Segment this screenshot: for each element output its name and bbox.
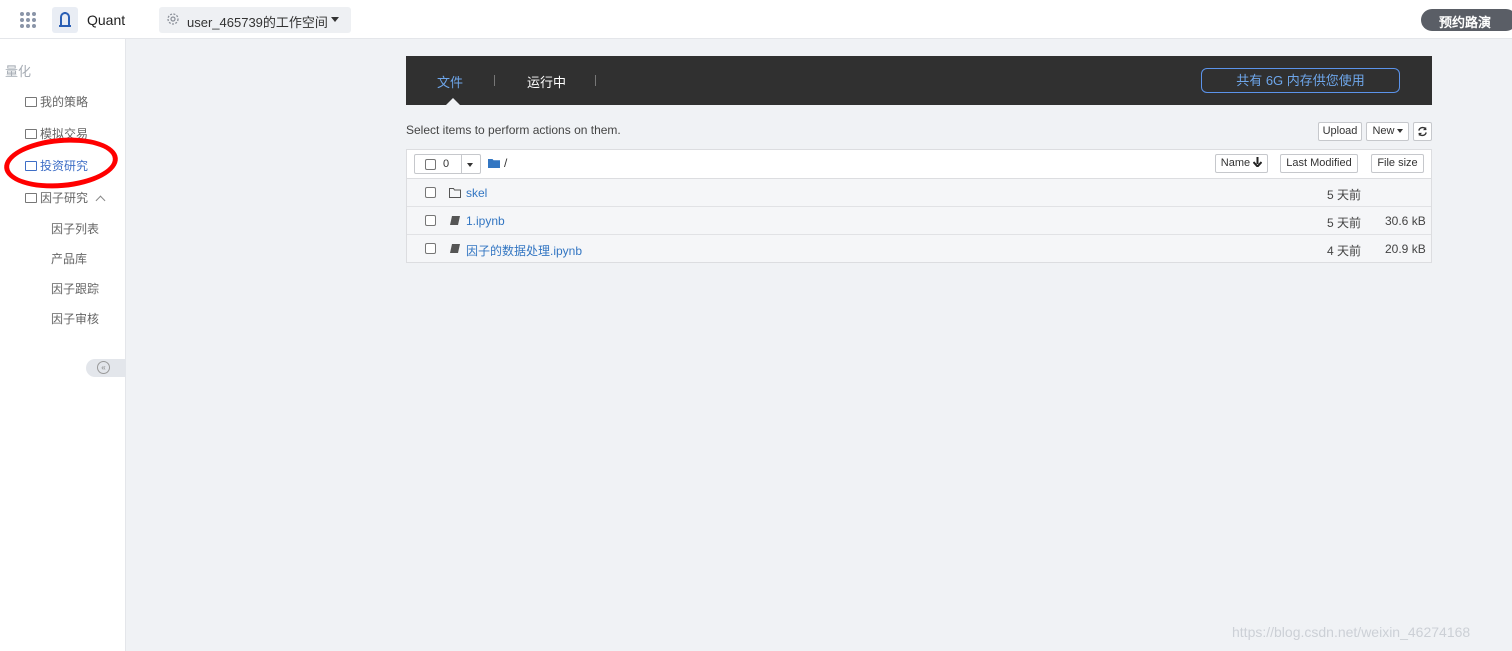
file-size: 30.6 kB — [1385, 214, 1426, 228]
file-modified: 5 天前 — [1327, 216, 1362, 230]
new-button-label: New — [1372, 125, 1395, 137]
sidebar-section-title: 量化 — [5, 64, 32, 79]
trade-icon — [25, 129, 37, 139]
file-modified: 4 天前 — [1327, 244, 1362, 258]
collapse-left-icon: « — [97, 361, 110, 374]
sidebar-subitem-factor-tracking[interactable]: 因子跟踪 — [51, 280, 99, 297]
chevron-down-icon[interactable] — [467, 163, 473, 167]
select-all-dropdown[interactable]: 0 — [414, 154, 481, 174]
file-row[interactable]: skel 5 天前 — [407, 179, 1431, 207]
select-all-checkbox[interactable] — [425, 159, 436, 170]
quant-logo-icon — [52, 7, 78, 33]
file-name-link[interactable]: 因子的数据处理.ipynb — [466, 242, 582, 259]
app-name: Quant — [87, 12, 126, 28]
active-tab-pointer — [446, 98, 460, 105]
arrow-down-icon — [1252, 157, 1263, 169]
book-roadshow-button[interactable]: 预约路演 — [1421, 9, 1512, 31]
watermark: https://blog.csdn.net/weixin_46274168 — [1232, 624, 1471, 640]
toolbar-hint: Select items to perform actions on them. — [406, 123, 621, 137]
sidebar-item-my-strategy[interactable]: 我的策略 — [25, 93, 88, 110]
upload-button[interactable]: Upload — [1318, 122, 1362, 141]
sidebar-item-factor-research[interactable]: 因子研究 — [25, 189, 106, 206]
workspace-name: user_465739的工作空间 — [187, 15, 328, 30]
top-bar: Quant user_465739的工作空间 预约路演 — [0, 0, 1512, 39]
refresh-button[interactable] — [1413, 122, 1432, 141]
row-checkbox[interactable] — [425, 243, 436, 254]
sidebar-subitem-factor-review[interactable]: 因子审核 — [51, 310, 99, 327]
file-list-header: 0 / Name Last Modified File size — [407, 150, 1431, 179]
folder-icon[interactable] — [488, 158, 500, 168]
chevron-down-icon — [1396, 129, 1403, 133]
row-checkbox[interactable] — [425, 187, 436, 198]
strategy-icon — [25, 97, 37, 107]
folder-icon — [449, 188, 461, 198]
file-row[interactable]: 1.ipynb 5 天前 30.6 kB — [407, 207, 1431, 235]
file-row[interactable]: 因子的数据处理.ipynb 4 天前 20.9 kB — [407, 235, 1431, 263]
column-name-label: Name — [1220, 157, 1251, 169]
sidebar-subitem-product-library[interactable]: 产品库 — [51, 250, 87, 267]
tab-running[interactable]: 运行中 — [527, 72, 566, 91]
row-checkbox[interactable] — [425, 215, 436, 226]
new-button[interactable]: New — [1366, 122, 1409, 141]
sort-by-size-button[interactable]: File size — [1371, 154, 1424, 173]
sort-by-modified-button[interactable]: Last Modified — [1280, 154, 1358, 173]
file-list: 0 / Name Last Modified File size skel 5 … — [406, 149, 1432, 263]
notebook-icon — [450, 244, 460, 253]
file-name-link[interactable]: 1.ipynb — [466, 214, 505, 228]
file-size: 20.9 kB — [1385, 242, 1426, 256]
sidebar-collapse-button[interactable]: « — [86, 359, 126, 377]
workspace-selector[interactable]: user_465739的工作空间 — [159, 7, 351, 33]
sort-by-name-button[interactable]: Name — [1215, 154, 1268, 173]
selected-count: 0 — [443, 158, 450, 170]
sidebar-subitem-factor-list[interactable]: 因子列表 — [51, 220, 99, 237]
notebook-icon — [450, 216, 460, 225]
sidebar-item-label: 我的策略 — [40, 95, 89, 109]
notebook-header: 文件 运行中 共有 6G 内存供您使用 — [406, 56, 1432, 105]
chevron-down-icon — [331, 17, 339, 22]
chevron-up-icon — [95, 195, 106, 206]
breadcrumb-path[interactable]: / — [504, 156, 507, 170]
sidebar: 量化 我的策略 模拟交易 投资研究 因子研究 因子列表 产品库 因子跟踪 因子审… — [0, 39, 126, 651]
apps-grid-icon[interactable] — [20, 12, 36, 28]
file-modified: 5 天前 — [1327, 188, 1362, 202]
refresh-icon — [1418, 126, 1427, 137]
sidebar-item-label: 因子研究 — [40, 191, 89, 205]
divider — [461, 155, 462, 173]
gear-icon — [167, 13, 179, 25]
memory-info-button[interactable]: 共有 6G 内存供您使用 — [1201, 68, 1400, 93]
tab-divider — [595, 75, 596, 86]
tab-divider — [494, 75, 495, 86]
tab-files[interactable]: 文件 — [437, 72, 463, 91]
factor-icon — [25, 193, 37, 203]
file-name-link[interactable]: skel — [466, 186, 487, 200]
